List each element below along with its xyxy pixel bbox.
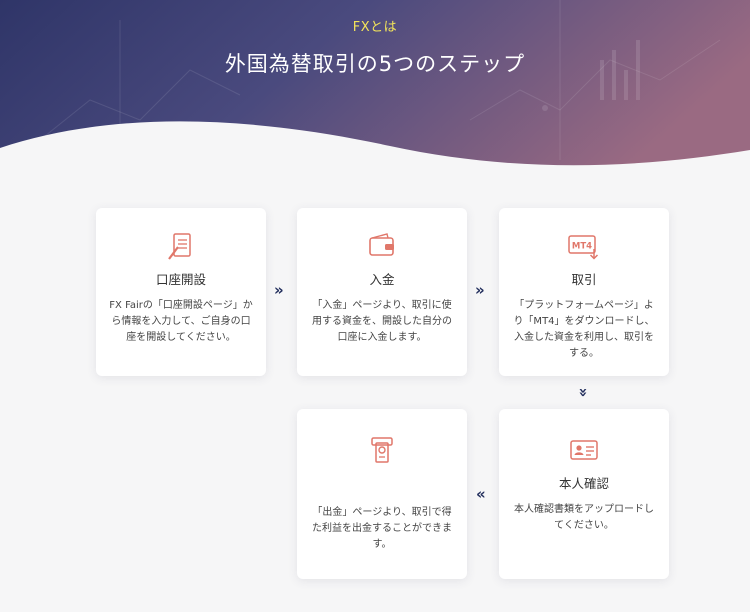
step-card-identity-verification[interactable]: 本人確認 本人確認書類をアップロードしてください。 xyxy=(499,409,669,579)
hero-banner: FXとは 外国為替取引の5つのステップ xyxy=(0,0,750,200)
step-title: 取引 xyxy=(571,272,597,287)
step-title: 入金 xyxy=(369,272,395,287)
step-title: 本人確認 xyxy=(558,476,609,491)
hero-eyebrow: FXとは xyxy=(352,20,398,35)
step-card-trading[interactable]: MT4 取引 「プラットフォームページ」より「MT4」をダウンロードし、入金した… xyxy=(499,208,669,376)
svg-text:MT4: MT4 xyxy=(572,242,592,252)
step-description: 「出金」ページより、取引で得た利益を出金することができます。 xyxy=(312,507,452,550)
step-card-deposit[interactable]: 入金 「入金」ページより、取引に使用する資金を、開設した自分の口座に入金します。 xyxy=(297,208,467,376)
step-description: 「入金」ページより、取引に使用する資金を、開設した自分の口座に入金します。 xyxy=(312,300,452,343)
document-pen-icon xyxy=(168,233,191,260)
arrow-right-icon: » xyxy=(274,281,284,299)
page-title: 外国為替取引の5つのステップ xyxy=(224,52,526,76)
arrow-down-icon: » xyxy=(574,387,593,398)
step-description: 本人確認書類をアップロードしてください。 xyxy=(514,504,654,531)
withdraw-cash-icon xyxy=(371,437,393,463)
step-card-account-opening[interactable]: 口座開設 FX Fairの「口座開設ページ」から情報を入力して、ご自身の口座を開… xyxy=(96,208,266,376)
step-title: 口座開設 xyxy=(155,272,206,287)
id-card-icon xyxy=(570,440,598,460)
arrow-right-icon: » xyxy=(475,281,485,299)
wallet-icon xyxy=(369,233,394,256)
step-description: 「プラットフォームページ」より「MT4」をダウンロードし、入金した資金を利用し、… xyxy=(513,300,655,359)
step-description: FX Fairの「口座開設ページ」から情報を入力して、ご自身の口座を開設してくだ… xyxy=(109,300,253,343)
mt4-download-icon: MT4 xyxy=(568,235,599,260)
arrow-left-icon: « xyxy=(476,485,486,503)
step-card-withdrawal[interactable]: 「出金」ページより、取引で得た利益を出金することができます。 xyxy=(297,409,467,579)
